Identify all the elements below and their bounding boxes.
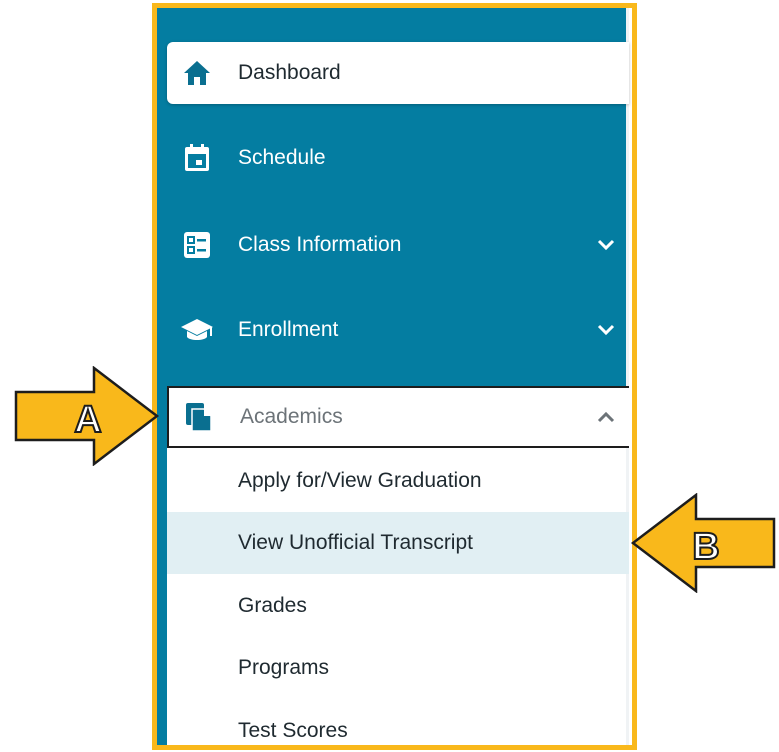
chevron-up-icon[interactable] [595, 406, 617, 428]
annotation-arrow-a: A [14, 366, 160, 466]
submenu-item-view-unofficial-transcript[interactable]: View Unofficial Transcript [167, 512, 629, 574]
sidebar-item-class-information[interactable]: Class Information [167, 214, 629, 276]
chevron-down-icon[interactable] [595, 234, 617, 256]
sidebar-item-label: Dashboard [238, 61, 341, 84]
sidebar-item-enrollment[interactable]: Enrollment [167, 299, 629, 361]
arrow-a-label: A [74, 399, 101, 441]
sidebar-item-label: Academics [240, 405, 343, 428]
sidebar-item-label: Schedule [238, 146, 326, 169]
submenu-item-grades[interactable]: Grades [167, 575, 629, 637]
sidebar-item-label: Enrollment [238, 318, 339, 341]
class-list-icon [180, 228, 214, 262]
documents-icon [182, 400, 216, 434]
graduation-cap-icon [180, 313, 214, 347]
submenu-item-apply-graduation[interactable]: Apply for/View Graduation [167, 450, 629, 512]
submenu-item-programs[interactable]: Programs [167, 637, 629, 699]
sidebar-item-academics[interactable]: Academics [167, 386, 629, 448]
sidebar-item-dashboard[interactable]: Dashboard [167, 42, 629, 104]
arrow-b-label: B [692, 526, 719, 568]
sidebar-item-schedule[interactable]: Schedule [167, 127, 629, 189]
home-icon [180, 56, 214, 90]
sidebar: Dashboard Schedule Class Information Enr… [157, 8, 629, 745]
calendar-icon [180, 141, 214, 175]
chevron-down-icon[interactable] [595, 319, 617, 341]
sidebar-item-label: Class Information [238, 233, 402, 256]
highlight-frame: Dashboard Schedule Class Information Enr… [152, 3, 637, 750]
annotation-arrow-b: B [630, 493, 776, 593]
submenu-item-test-scores[interactable]: Test Scores [167, 700, 629, 745]
